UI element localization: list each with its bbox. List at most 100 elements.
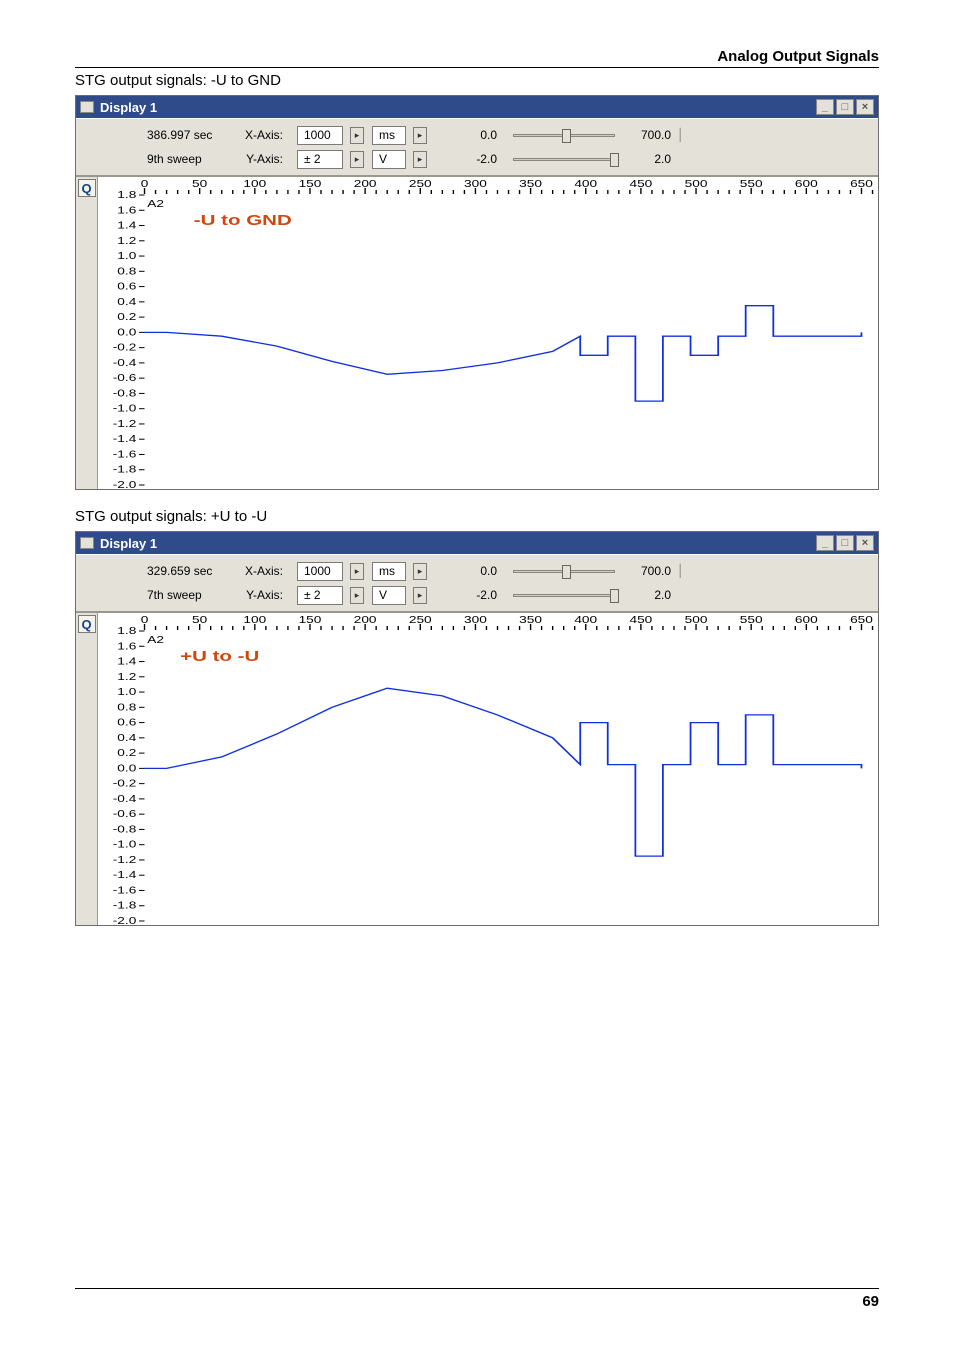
svg-text:0.0: 0.0 [117,762,136,774]
window-maximize-button[interactable]: □ [836,535,854,551]
slider-min: 0.0 [467,564,501,578]
svg-text:0.0: 0.0 [117,326,136,338]
slider-min: -2.0 [467,152,501,166]
display-window-1: Display 1 _ □ × 386.997 sec X-Axis: 1000… [75,95,879,490]
section-header: Analog Output Signals [75,48,879,67]
yaxis-unit-input[interactable]: V [372,586,406,605]
spinner-arrow-icon[interactable]: ▸ [350,587,364,604]
svg-text:0: 0 [141,614,149,626]
zoom-icon[interactable]: Q [78,179,96,197]
svg-text:1.8: 1.8 [117,189,136,201]
svg-text:0.2: 0.2 [117,747,136,759]
svg-text:-0.6: -0.6 [113,808,137,820]
svg-text:-2.0: -2.0 [113,479,137,489]
x-slider[interactable] [509,562,619,580]
xaxis-unit-input[interactable]: ms [372,126,406,145]
svg-text:0.4: 0.4 [117,732,136,744]
window-close-button[interactable]: × [856,99,874,115]
page-number: 69 [75,1293,879,1310]
window-close-button[interactable]: × [856,535,874,551]
sweep-readout: 9th sweep [147,152,237,166]
svg-text:550: 550 [740,614,763,626]
svg-text:-0.8: -0.8 [113,823,137,835]
window-title: Display 1 [100,536,157,551]
slider-max: 700.0 [627,128,671,142]
svg-text:-0.8: -0.8 [113,387,137,399]
yaxis-unit-input[interactable]: V [372,150,406,169]
spinner-arrow-icon[interactable]: ▸ [413,127,427,144]
svg-text:0.6: 0.6 [117,280,136,292]
svg-text:300: 300 [464,614,487,626]
more-indicator-icon: ▏ [679,564,689,578]
y-slider[interactable] [509,150,619,168]
svg-text:200: 200 [354,178,377,190]
svg-text:0.8: 0.8 [117,701,136,713]
svg-text:-0.6: -0.6 [113,372,137,384]
svg-text:-1.0: -1.0 [113,403,137,415]
spinner-arrow-icon[interactable]: ▸ [350,563,364,580]
plot-sidebar: Q [76,177,98,489]
spinner-arrow-icon[interactable]: ▸ [413,587,427,604]
yaxis-value-input[interactable]: ± 2 [297,150,343,169]
window-titlebar[interactable]: Display 1 _ □ × [76,96,878,118]
xaxis-unit-input[interactable]: ms [372,562,406,581]
sweep-readout: 7th sweep [147,588,237,602]
xaxis-value-input[interactable]: 1000 [297,562,343,581]
svg-text:-1.0: -1.0 [113,839,137,851]
window-maximize-button[interactable]: □ [836,99,854,115]
svg-text:A2: A2 [147,198,164,210]
svg-text:300: 300 [464,178,487,190]
yaxis-label: Y-Axis: [245,588,289,602]
window-icon [80,101,94,113]
svg-text:1.6: 1.6 [117,204,136,216]
signal-plot-1: 050100150200250300350400450500550600650 … [98,177,878,489]
svg-text:1.4: 1.4 [117,219,136,231]
svg-text:0.2: 0.2 [117,311,136,323]
svg-text:1.6: 1.6 [117,640,136,652]
zoom-icon[interactable]: Q [78,615,96,633]
spinner-arrow-icon[interactable]: ▸ [350,151,364,168]
footer-rule [75,1288,879,1289]
svg-text:350: 350 [519,178,542,190]
svg-text:+U to -U: +U to -U [180,648,259,665]
time-readout: 329.659 sec [147,564,237,578]
svg-text:150: 150 [299,614,322,626]
svg-text:-0.2: -0.2 [113,777,137,789]
toolbar: 329.659 sec X-Axis: 1000 ▸ ms ▸ 0.0 700.… [76,554,878,612]
svg-text:100: 100 [243,614,266,626]
svg-text:500: 500 [685,178,708,190]
slider-max: 2.0 [627,152,671,166]
window-minimize-button[interactable]: _ [816,99,834,115]
svg-text:-1.8: -1.8 [113,464,137,476]
spinner-arrow-icon[interactable]: ▸ [413,151,427,168]
svg-text:-2.0: -2.0 [113,915,137,925]
signal-plot-2: 050100150200250300350400450500550600650 … [98,613,878,925]
figure-caption-1: STG output signals: -U to GND [75,72,879,89]
yaxis-value-input[interactable]: ± 2 [297,586,343,605]
slider-min: -2.0 [467,588,501,602]
xaxis-label: X-Axis: [245,564,289,578]
y-slider[interactable] [509,586,619,604]
svg-text:400: 400 [574,614,597,626]
svg-text:1.2: 1.2 [117,235,136,247]
svg-text:0.6: 0.6 [117,716,136,728]
xaxis-value-input[interactable]: 1000 [297,126,343,145]
window-titlebar[interactable]: Display 1 _ □ × [76,532,878,554]
svg-text:550: 550 [740,178,763,190]
svg-text:200: 200 [354,614,377,626]
svg-text:1.0: 1.0 [117,686,136,698]
spinner-arrow-icon[interactable]: ▸ [350,127,364,144]
spinner-arrow-icon[interactable]: ▸ [413,563,427,580]
svg-text:-0.4: -0.4 [113,357,137,369]
svg-text:-0.4: -0.4 [113,793,137,805]
x-slider[interactable] [509,126,619,144]
svg-text:-1.2: -1.2 [113,854,137,866]
svg-text:1.8: 1.8 [117,625,136,637]
header-rule [75,67,879,68]
figure-caption-2: STG output signals: +U to -U [75,508,879,525]
window-minimize-button[interactable]: _ [816,535,834,551]
svg-text:-1.4: -1.4 [113,433,137,445]
svg-text:0.8: 0.8 [117,265,136,277]
svg-text:250: 250 [409,614,432,626]
slider-min: 0.0 [467,128,501,142]
